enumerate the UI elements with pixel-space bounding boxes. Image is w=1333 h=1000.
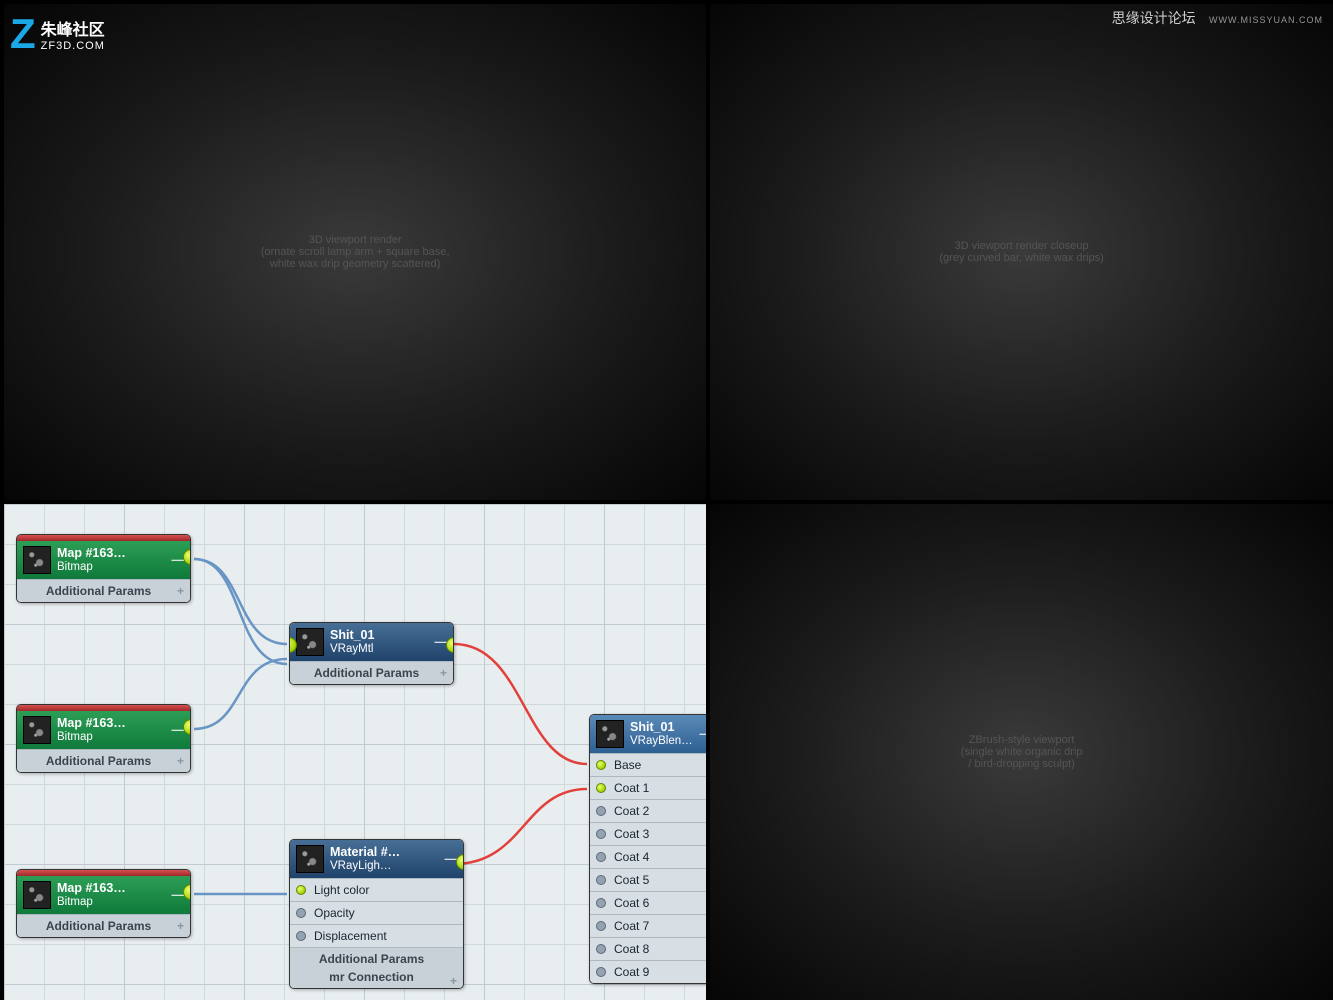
node-vraymtl[interactable]: Shit_01 VRayMtl — Additional Params + bbox=[289, 622, 454, 685]
node-thumbnail bbox=[23, 716, 51, 744]
logo-letter: Z bbox=[10, 10, 36, 58]
node-title: Material #… bbox=[330, 845, 439, 859]
node-type: VRayMtl bbox=[330, 643, 429, 656]
expand-icon[interactable]: + bbox=[177, 584, 184, 598]
input-socket[interactable] bbox=[596, 921, 606, 931]
slot-coat4[interactable]: Coat 4 bbox=[590, 845, 706, 868]
expand-icon[interactable]: + bbox=[177, 754, 184, 768]
params-label[interactable]: mr Connection bbox=[329, 970, 414, 984]
node-vrayblend[interactable]: Shit_01 VRayBlen… — Base Coat 1 Coat 2 C… bbox=[589, 714, 706, 984]
expand-icon[interactable]: + bbox=[177, 919, 184, 933]
collapse-icon[interactable]: — bbox=[435, 635, 448, 649]
slot-coat1[interactable]: Coat 1 bbox=[590, 776, 706, 799]
node-thumbnail bbox=[23, 881, 51, 909]
params-label[interactable]: Additional Params bbox=[46, 584, 151, 598]
input-socket[interactable] bbox=[596, 852, 606, 862]
slot-coat9[interactable]: Coat 9 bbox=[590, 960, 706, 983]
node-thumbnail bbox=[596, 720, 624, 748]
node-bitmap-2[interactable]: Map #163… Bitmap — Additional Params+ bbox=[16, 704, 191, 773]
input-socket[interactable] bbox=[596, 875, 606, 885]
slot-displacement[interactable]: Displacement bbox=[290, 924, 463, 947]
node-title: Map #163… bbox=[57, 546, 166, 560]
input-socket[interactable] bbox=[296, 908, 306, 918]
node-type: Bitmap bbox=[57, 731, 166, 744]
node-type: Bitmap bbox=[57, 896, 166, 909]
forum-name: 思缘设计论坛 bbox=[1112, 10, 1196, 26]
render-desc: 3D viewport render (ornate scroll lamp a… bbox=[255, 228, 456, 276]
node-thumbnail bbox=[296, 628, 324, 656]
params-label[interactable]: Additional Params bbox=[46, 919, 151, 933]
render-desc: 3D viewport render closeup (grey curved … bbox=[933, 234, 1109, 270]
input-socket[interactable] bbox=[596, 944, 606, 954]
node-type: Bitmap bbox=[57, 561, 166, 574]
node-type: VRayLigh… bbox=[330, 860, 439, 873]
input-socket[interactable] bbox=[596, 967, 606, 977]
params-label[interactable]: Additional Params bbox=[314, 666, 419, 680]
node-title: Shit_01 bbox=[330, 628, 429, 642]
input-socket[interactable] bbox=[596, 806, 606, 816]
input-socket[interactable] bbox=[596, 829, 606, 839]
collapse-icon[interactable]: — bbox=[445, 852, 458, 866]
slot-coat8[interactable]: Coat 8 bbox=[590, 937, 706, 960]
logo-cn-text: 朱峰社区 bbox=[41, 16, 105, 40]
input-socket[interactable] bbox=[596, 898, 606, 908]
node-thumbnail bbox=[296, 845, 324, 873]
collapse-icon[interactable]: — bbox=[700, 727, 707, 741]
node-title: Map #163… bbox=[57, 881, 166, 895]
slot-coat3[interactable]: Coat 3 bbox=[590, 822, 706, 845]
expand-icon[interactable]: + bbox=[450, 974, 457, 988]
params-label[interactable]: Additional Params bbox=[319, 952, 424, 966]
watermark-missyuan: 思缘设计论坛 WWW.MISSYUAN.COM bbox=[1112, 8, 1323, 28]
node-bitmap-1[interactable]: Map #163… Bitmap — Additional Params+ bbox=[16, 534, 191, 603]
viewport-top-left[interactable]: 3D viewport render (ornate scroll lamp a… bbox=[4, 4, 706, 500]
input-socket[interactable] bbox=[596, 760, 606, 770]
slot-base[interactable]: Base bbox=[590, 753, 706, 776]
logo-url-text: ZF3D.COM bbox=[41, 40, 105, 52]
slot-light-color[interactable]: Light color bbox=[290, 878, 463, 901]
params-label[interactable]: Additional Params bbox=[46, 754, 151, 768]
slot-coat7[interactable]: Coat 7 bbox=[590, 914, 706, 937]
input-socket[interactable] bbox=[296, 885, 306, 895]
input-socket[interactable] bbox=[296, 931, 306, 941]
slot-coat5[interactable]: Coat 5 bbox=[590, 868, 706, 891]
node-type: VRayBlen… bbox=[630, 735, 694, 748]
node-title: Shit_01 bbox=[630, 720, 694, 734]
slot-coat6[interactable]: Coat 6 bbox=[590, 891, 706, 914]
viewport-bottom-right[interactable]: ZBrush-style viewport (single white orga… bbox=[710, 504, 1333, 1000]
slot-coat2[interactable]: Coat 2 bbox=[590, 799, 706, 822]
render-desc: ZBrush-style viewport (single white orga… bbox=[955, 728, 1089, 776]
slate-material-editor[interactable]: Map #163… Bitmap — Additional Params + Ma… bbox=[4, 504, 706, 1000]
expand-icon[interactable]: + bbox=[440, 666, 447, 680]
watermark-zf3d: Z 朱峰社区 ZF3D.COM bbox=[10, 10, 105, 58]
viewport-top-right[interactable]: 3D viewport render closeup (grey curved … bbox=[710, 4, 1333, 500]
node-thumbnail bbox=[23, 546, 51, 574]
forum-url: WWW.MISSYUAN.COM bbox=[1209, 15, 1323, 25]
input-socket[interactable] bbox=[596, 783, 606, 793]
node-vraylight[interactable]: Material #… VRayLigh… — Light color Opac… bbox=[289, 839, 464, 989]
node-title: Map #163… bbox=[57, 716, 166, 730]
node-bitmap-3[interactable]: Map #163… Bitmap — Additional Params+ bbox=[16, 869, 191, 938]
slot-opacity[interactable]: Opacity bbox=[290, 901, 463, 924]
